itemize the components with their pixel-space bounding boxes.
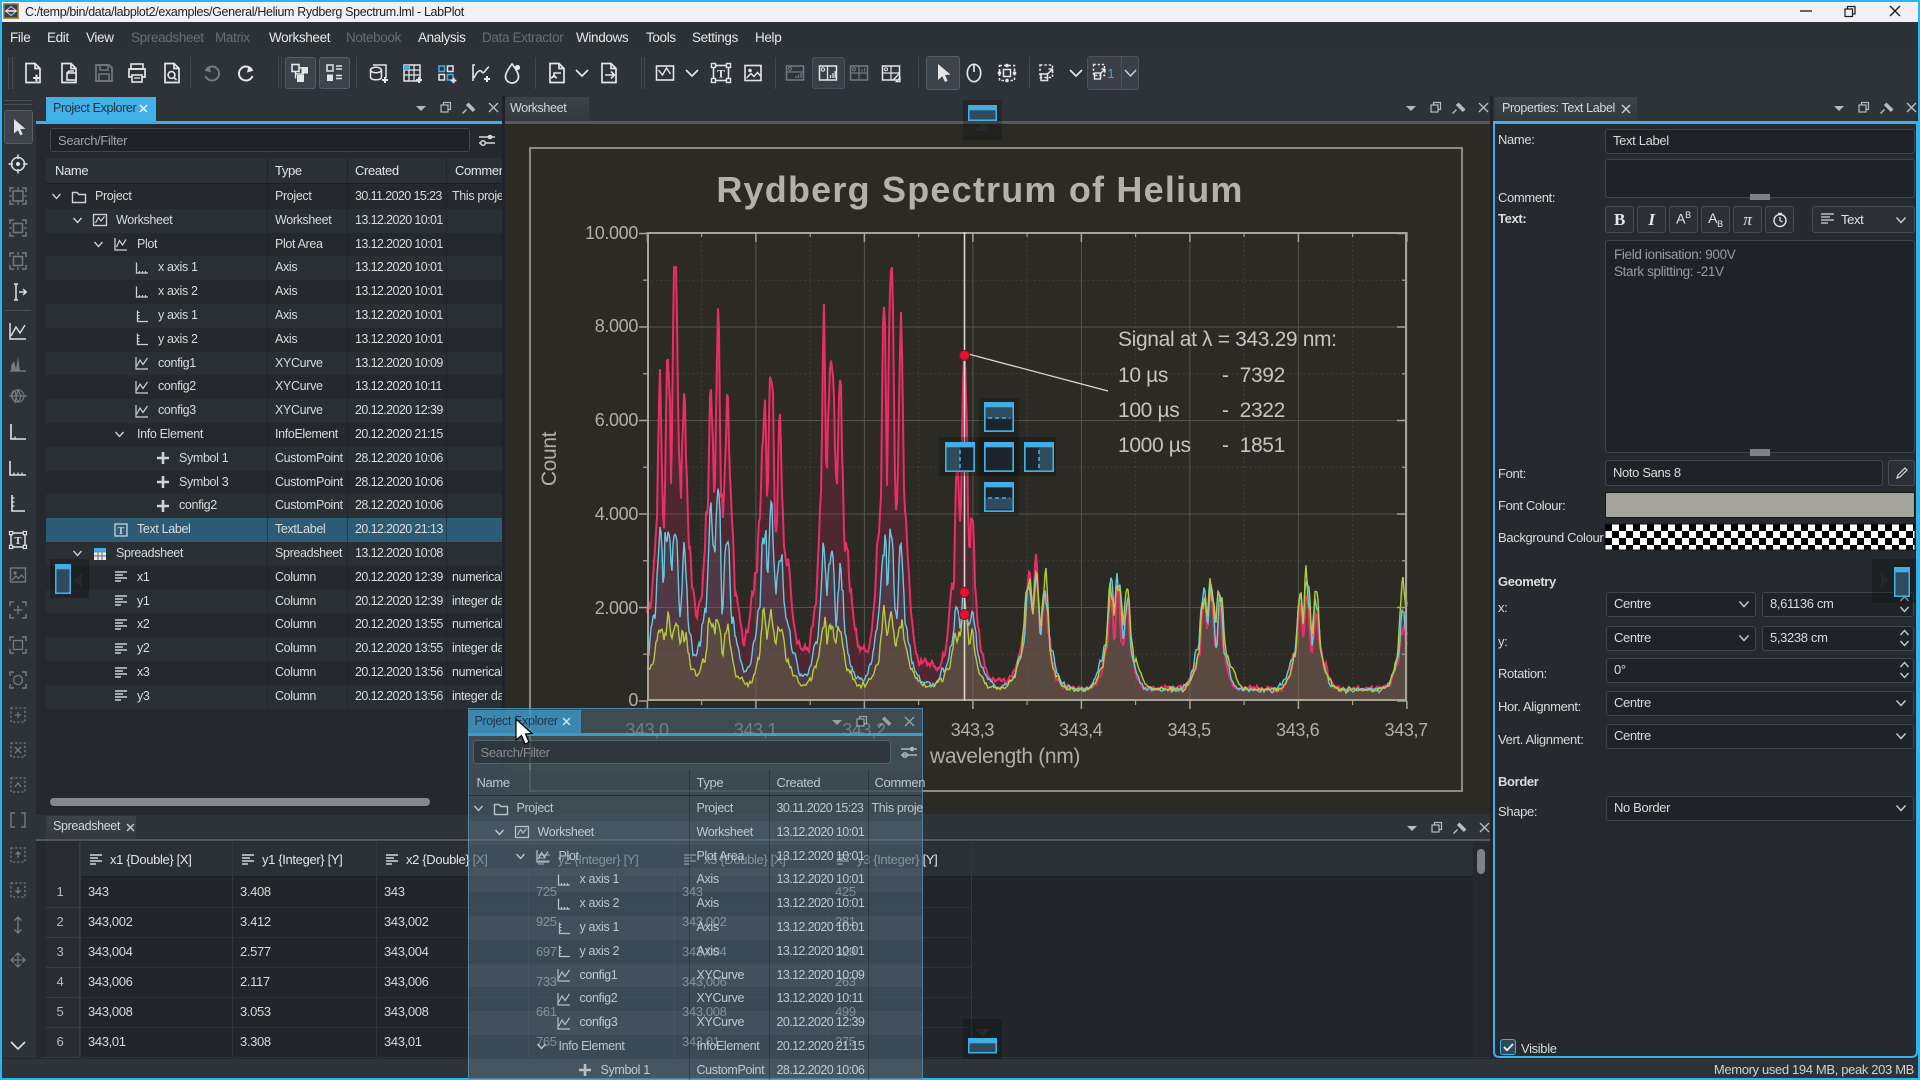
svg-text:T: T <box>14 536 21 547</box>
svg-text:T: T <box>118 526 125 537</box>
svg-text:T: T <box>717 67 725 81</box>
svg-text:1: 1 <box>1108 67 1115 81</box>
